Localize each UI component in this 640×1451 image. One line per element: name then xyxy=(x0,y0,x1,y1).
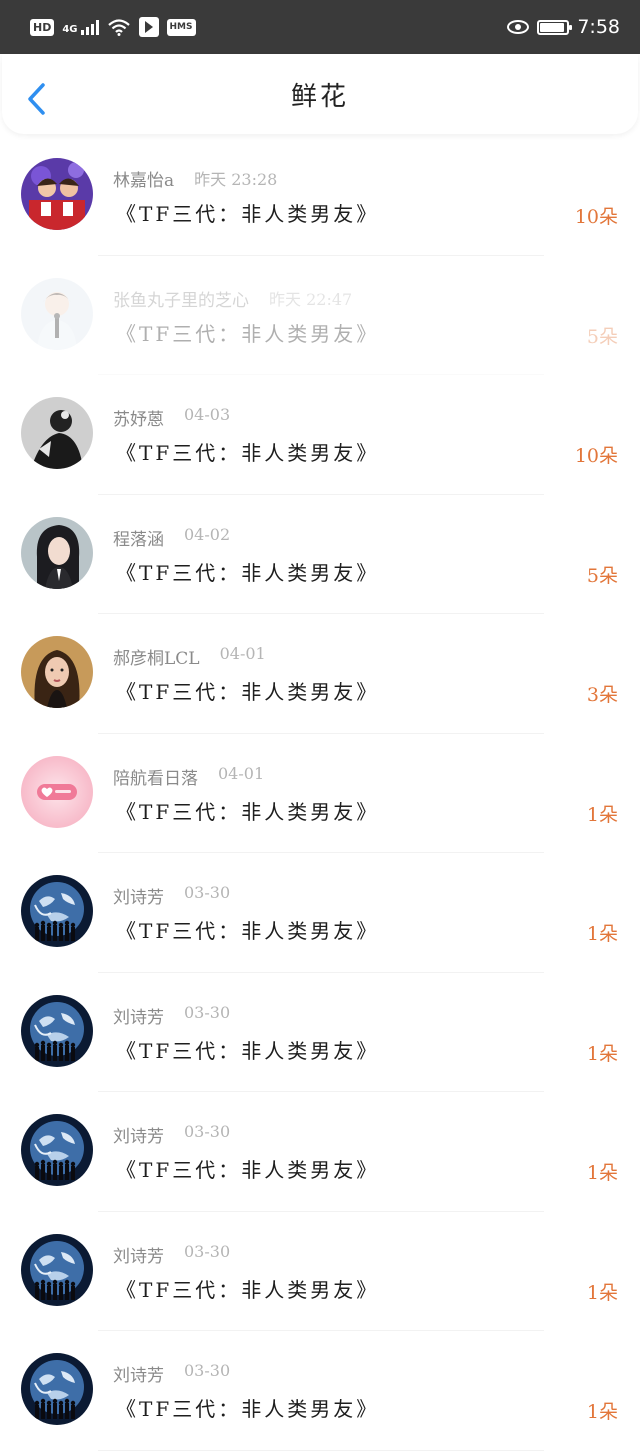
work-title[interactable]: 《TF三代：非人类男友》 xyxy=(116,198,379,227)
divider xyxy=(98,1449,544,1451)
gift-date: 03-30 xyxy=(184,1002,231,1022)
gift-date: 03-30 xyxy=(184,883,231,902)
item-meta: 苏妤蒽 04-03 xyxy=(113,405,230,430)
avatar[interactable] xyxy=(21,397,93,469)
status-left: HD 4G HMS xyxy=(30,17,196,37)
gift-date: 昨天 22:47 xyxy=(269,289,353,309)
wifi-icon xyxy=(107,19,130,36)
item-meta: 刘诗芳 03-30 xyxy=(113,1242,230,1267)
list-item[interactable]: 陪航看日落 04-01 《TF三代：非人类男友》 1朵 xyxy=(0,734,640,853)
user-name[interactable]: 苏妤蒽 xyxy=(113,405,164,430)
gift-date: 03-30 xyxy=(184,1241,231,1261)
flower-count: 1朵 xyxy=(586,1162,618,1184)
work-title[interactable]: 《TF三代：非人类男友》 xyxy=(116,557,379,586)
user-name[interactable]: 刘诗芳 xyxy=(113,1242,164,1267)
gift-date: 03-30 xyxy=(184,1122,231,1141)
item-meta: 刘诗芳 03-30 xyxy=(113,883,230,908)
status-bar: HD 4G HMS 7:58 xyxy=(0,0,640,54)
page-title: 鲜花 xyxy=(290,81,349,112)
avatar[interactable] xyxy=(21,158,93,230)
flower-gift-list: 林嘉怡a 昨天 23:28 《TF三代：非人类男友》 10朵 张鱼丸子里的芝心 昨天 22… xyxy=(0,136,640,1451)
eye-comfort-icon xyxy=(507,20,530,34)
flower-count: 10朵 xyxy=(574,206,618,228)
item-meta: 林嘉怡a 昨天 23:28 xyxy=(113,166,277,191)
list-item[interactable]: 刘诗芳 03-30 《TF三代：非人类男友》 1朵 xyxy=(0,1331,640,1451)
list-item[interactable]: 程落涵 04-02 《TF三代：非人类男友》 5朵 xyxy=(0,495,640,614)
avatar[interactable] xyxy=(21,516,93,589)
gift-date: 昨天 23:28 xyxy=(194,170,278,189)
hd-indicator: HD xyxy=(30,18,55,36)
list-item[interactable]: 林嘉怡a 昨天 23:28 《TF三代：非人类男友》 10朵 xyxy=(0,136,640,256)
clock: 7:58 xyxy=(577,16,620,38)
gift-date: 04-03 xyxy=(184,405,231,424)
flower-count: 1朵 xyxy=(586,1281,618,1304)
work-title[interactable]: 《TF三代：非人类男友》 xyxy=(116,1035,379,1064)
avatar[interactable] xyxy=(21,636,93,708)
hms-indicator: HMS xyxy=(166,18,196,36)
flower-count: 1朵 xyxy=(586,803,618,826)
avatar[interactable] xyxy=(21,277,93,350)
work-title[interactable]: 《TF三代：非人类男友》 xyxy=(116,676,379,705)
flower-count: 1朵 xyxy=(586,923,618,945)
gift-date: 03-30 xyxy=(184,1361,231,1380)
gift-date: 04-02 xyxy=(184,524,231,544)
list-item[interactable]: 刘诗芳 03-30 《TF三代：非人类男友》 1朵 xyxy=(0,853,640,973)
list-item[interactable]: 刘诗芳 03-30 《TF三代：非人类男友》 1朵 xyxy=(0,1092,640,1212)
user-name[interactable]: 郝彦桐LCL xyxy=(113,644,200,669)
item-meta: 刘诗芳 03-30 xyxy=(113,1003,230,1028)
list-item[interactable]: 刘诗芳 03-30 《TF三代：非人类男友》 1朵 xyxy=(0,1212,640,1331)
item-meta: 郝彦桐LCL 04-01 xyxy=(113,644,266,669)
flower-count: 3朵 xyxy=(586,684,618,706)
status-right: 7:58 xyxy=(507,16,620,38)
work-title[interactable]: 《TF三代：非人类男友》 xyxy=(116,318,379,347)
user-name[interactable]: 林嘉怡a xyxy=(113,166,174,191)
flower-count: 1朵 xyxy=(586,1042,618,1065)
avatar[interactable] xyxy=(21,1114,93,1186)
network-type-label: 4G xyxy=(62,24,78,35)
nav-bar: 鲜花 xyxy=(2,54,638,134)
list-item[interactable]: 刘诗芳 03-30 《TF三代：非人类男友》 1朵 xyxy=(0,973,640,1092)
work-title[interactable]: 《TF三代：非人类男友》 xyxy=(116,437,379,466)
user-name[interactable]: 程落涵 xyxy=(113,525,164,550)
work-title[interactable]: 《TF三代：非人类男友》 xyxy=(116,1393,379,1422)
user-name[interactable]: 刘诗芳 xyxy=(113,883,164,908)
item-meta: 刘诗芳 03-30 xyxy=(113,1122,230,1147)
user-name[interactable]: 刘诗芳 xyxy=(113,1361,164,1386)
item-meta: 刘诗芳 03-30 xyxy=(113,1361,230,1386)
user-name[interactable]: 刘诗芳 xyxy=(113,1003,164,1028)
battery-icon xyxy=(537,19,573,35)
list-item[interactable]: 张鱼丸子里的芝心 昨天 22:47 《TF三代：非人类男友》 5朵 xyxy=(0,256,640,375)
flower-count: 10朵 xyxy=(574,445,618,467)
app-notification-icon xyxy=(138,17,159,37)
item-meta: 程落涵 04-02 xyxy=(113,525,230,550)
gift-date: 04-01 xyxy=(219,644,266,663)
work-title[interactable]: 《TF三代：非人类男友》 xyxy=(116,796,379,825)
work-title[interactable]: 《TF三代：非人类男友》 xyxy=(116,1274,379,1303)
list-item[interactable]: 苏妤蒽 04-03 《TF三代：非人类男友》 10朵 xyxy=(0,375,640,495)
work-title[interactable]: 《TF三代：非人类男友》 xyxy=(116,1154,379,1183)
item-meta: 张鱼丸子里的芝心 昨天 22:47 xyxy=(113,286,352,311)
list-item[interactable]: 郝彦桐LCL 04-01 《TF三代：非人类男友》 3朵 xyxy=(0,614,640,734)
avatar[interactable] xyxy=(21,994,93,1067)
avatar[interactable] xyxy=(21,1353,93,1425)
user-name[interactable]: 陪航看日落 xyxy=(113,764,198,789)
item-meta: 陪航看日落 04-01 xyxy=(113,764,264,789)
flower-count: 5朵 xyxy=(586,564,618,587)
gift-date: 04-01 xyxy=(218,763,265,783)
flower-count: 1朵 xyxy=(586,1401,618,1423)
avatar[interactable] xyxy=(21,875,93,947)
cellular-signal-icon: 4G xyxy=(62,19,99,35)
back-arrow-icon[interactable] xyxy=(24,82,50,116)
user-name[interactable]: 刘诗芳 xyxy=(113,1122,164,1147)
avatar[interactable] xyxy=(21,1233,93,1306)
user-name[interactable]: 张鱼丸子里的芝心 xyxy=(113,286,249,311)
flower-count: 5朵 xyxy=(586,325,618,348)
avatar[interactable] xyxy=(21,755,93,828)
work-title[interactable]: 《TF三代：非人类男友》 xyxy=(116,915,379,944)
